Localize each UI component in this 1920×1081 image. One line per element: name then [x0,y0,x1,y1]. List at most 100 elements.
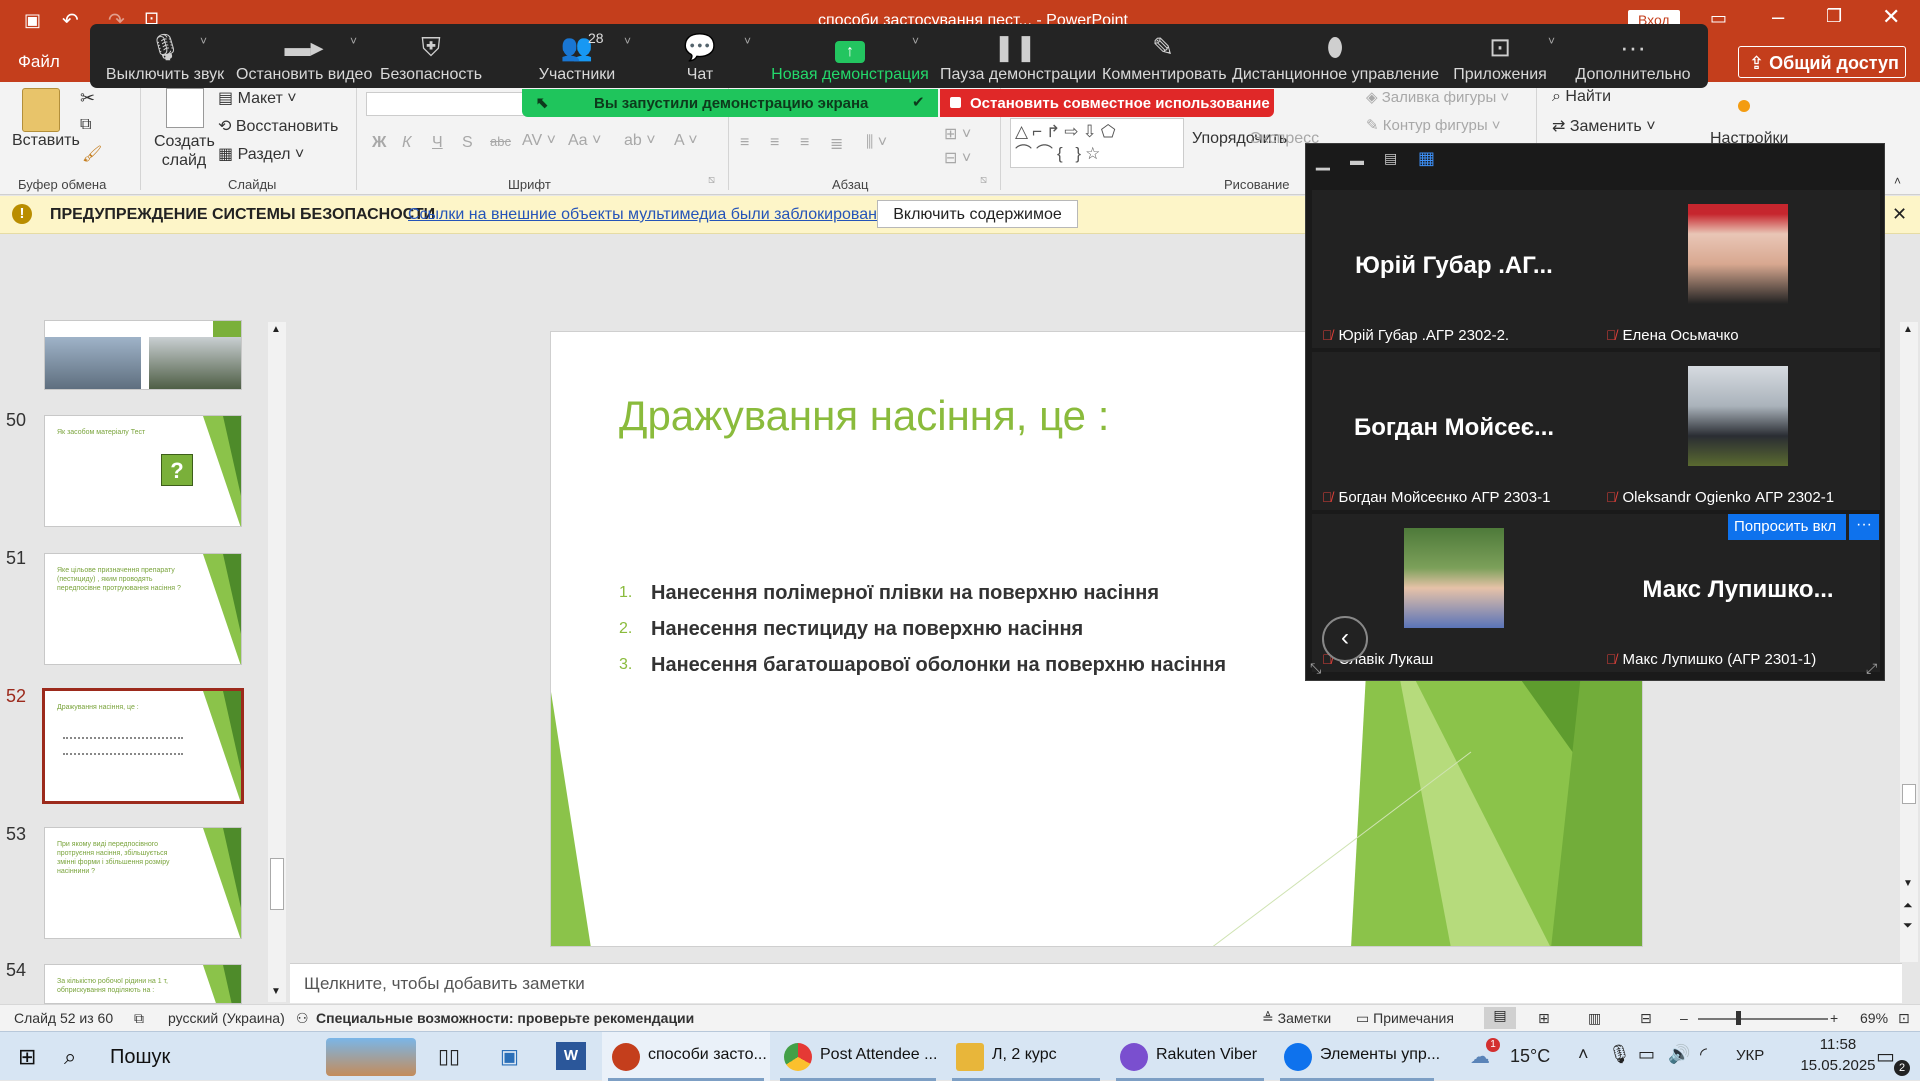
zoom-level[interactable]: 69% [1860,1010,1888,1026]
close-warning-icon[interactable]: ✕ [1892,204,1907,225]
apps-options-icon[interactable]: ˅ [1548,34,1555,48]
participant-tile[interactable]: Юрій Губар .АГ... 🎙̸ Юрій Губар .АГР 2302… [1312,190,1596,348]
save-icon[interactable]: ▣ [24,10,41,31]
minimize-icon[interactable]: – [1772,4,1784,30]
accessibility-status[interactable]: Специальные возможности: проверьте реком… [316,1010,694,1026]
align-left-icon[interactable]: ≡ [740,134,749,152]
paste-icon[interactable] [22,88,60,132]
notifications-icon[interactable]: ▭ [1876,1044,1895,1069]
slide-sorter-icon[interactable]: ⊞ [1538,1010,1550,1027]
gallery-view-icon[interactable]: ▦ [1418,148,1435,169]
security-button[interactable]: ⛨ Безопасность [376,24,486,88]
normal-view-icon[interactable]: ▤ [1484,1007,1516,1029]
scroll-down-icon[interactable]: ▼ [1903,878,1913,889]
taskbar-item-zoom[interactable]: Элементы упр... [1274,1032,1440,1081]
share-button[interactable]: ⇪ Общий доступ [1738,46,1906,78]
pause-share-button[interactable]: ❚❚ Пауза демонстрации [940,24,1096,88]
close-icon[interactable]: ✕ [1882,4,1900,30]
scroll-thumb[interactable] [1902,784,1916,804]
thumbnail-54-partial[interactable]: За кількістю робочої рідини на 1 т, обпр… [44,964,242,1004]
new-slide-icon[interactable] [166,88,204,128]
annotate-button[interactable]: ✎ Комментировать [1102,24,1227,88]
thumbnail-52-selected[interactable]: Дражування насіння, це : [42,688,244,804]
thumbnail-49-partial[interactable] [44,320,242,390]
thumbnail-scrollbar[interactable]: ▲ ▼ [268,322,286,1002]
pin-icon[interactable]: ⬉ [536,93,549,113]
zoom-out-icon[interactable]: – [1680,1010,1688,1026]
cut-icon[interactable]: ✂ [80,88,95,109]
strikethrough-icon[interactable]: abc [490,134,511,149]
participant-tile[interactable]: 🎙̸ Oleksandr Ogienko АГР 2302-1 [1596,352,1880,510]
taskbar-item-chrome[interactable]: Post Attendee ... [774,1032,942,1081]
clock-date[interactable]: 15.05.2025 [1798,1057,1878,1074]
more-button[interactable]: ··· Дополнительно [1568,24,1698,88]
previous-slide-icon[interactable]: ⏶ [1903,898,1913,913]
comments-toggle[interactable]: ▭ Примечания [1356,1010,1454,1027]
zoom-slider[interactable] [1698,1018,1828,1020]
font-name-box[interactable] [366,92,526,116]
smartart-icon[interactable]: ⊟ ˅ [944,148,971,168]
align-text-icon[interactable]: ⊞ ˅ [944,124,971,144]
reset-button[interactable]: ⟲ Восстановить [218,116,338,136]
layout-button[interactable]: ▤ Макет ˅ [218,88,297,108]
fit-slide-icon[interactable]: ⊡ [1898,1010,1910,1027]
zoom-slider-thumb[interactable] [1736,1011,1741,1025]
clock-time[interactable]: 11:58 [1798,1036,1878,1053]
replace-button[interactable]: ⇄ Заменить ˅ [1552,116,1656,136]
scroll-down-icon[interactable]: ▼ [271,986,281,997]
highlight-icon[interactable]: ab ˅ [624,132,656,150]
tray-expand-icon[interactable]: ˄ [1578,1044,1589,1065]
thumbnail-53[interactable]: При якому виді передпосівного протруєння… [44,827,242,939]
security-warning-link[interactable]: Ссылки на внешние объекты мультимедиа бы… [408,206,888,224]
minimize-gallery-icon[interactable]: ▁ [1316,150,1330,171]
participants-options-icon[interactable]: ˅ [624,34,631,48]
file-explorer-icon[interactable]: ▣ [500,1044,519,1069]
resize-handle-icon[interactable]: ⤢ [1866,660,1877,677]
resize-handle-icon[interactable]: ⤡ [1310,660,1321,677]
search-icon[interactable]: ⌕ [64,1044,76,1070]
scroll-up-icon[interactable]: ▲ [271,324,281,335]
taskbar-item-folder[interactable]: Л, 2 курс [946,1032,1106,1081]
new-share-button[interactable]: ↑ Новая демонстрация [770,24,930,88]
thumbnail-50[interactable]: Як засобом матеріалу Тест ? [44,415,242,527]
previous-page-icon[interactable]: ‹ [1322,616,1368,662]
zoom-in-icon[interactable]: + [1830,1010,1838,1026]
justify-icon[interactable]: ≣ [830,134,843,154]
notes-toggle[interactable]: ≜ Заметки [1262,1010,1331,1027]
battery-icon[interactable]: ▭ [1638,1044,1655,1065]
temperature[interactable]: 15°C [1510,1046,1550,1067]
language-status[interactable]: русский (Украина) [168,1010,285,1026]
next-slide-icon[interactable]: ⏷ [1903,918,1913,933]
font-color-icon[interactable]: A ˅ [674,132,698,150]
align-center-icon[interactable]: ≡ [770,134,779,152]
word-icon[interactable]: W [556,1042,586,1070]
reading-view-icon[interactable]: ▥ [1588,1010,1601,1027]
paragraph-dialog-icon[interactable]: ⧅ [980,174,987,187]
language-indicator[interactable]: УКР [1736,1047,1764,1064]
windows-start-icon[interactable]: ⊞ [18,1044,36,1070]
taskbar-search-label[interactable]: Пошук [110,1046,170,1069]
italic-icon[interactable]: К [402,134,411,152]
remote-control-button[interactable]: ⬮ Дистанционное управление [1232,24,1439,88]
enable-content-button[interactable]: Включить содержимое [877,200,1078,228]
scroll-thumb[interactable] [270,858,284,910]
stop-share-button[interactable]: Остановить совместное использование [940,89,1274,117]
speaker-view-icon[interactable]: ▬ [1350,152,1364,168]
font-dialog-icon[interactable]: ⧅ [708,174,715,187]
taskbar-item-powerpoint[interactable]: способи засто... [602,1032,770,1081]
undo-icon[interactable]: ↶ [62,8,79,33]
section-button[interactable]: ▦ Раздел ˅ [218,144,304,164]
ask-to-unmute-button[interactable]: Попросить вкл [1728,514,1846,540]
slide-scrollbar[interactable]: ▲ ▼ ⏶ ⏷ [1900,322,1918,962]
thumbnail-51[interactable]: Яке цільове призначення препарату (пести… [44,553,242,665]
microphone-tray-icon[interactable]: 🎙 [1608,1044,1631,1065]
underline-icon[interactable]: Ч [432,134,443,152]
tile-more-button[interactable]: ··· [1849,514,1879,540]
network-icon[interactable]: ◜ [1700,1044,1707,1065]
find-button[interactable]: ⌕ Найти [1552,88,1611,106]
taskbar-item-viber[interactable]: Rakuten Viber [1110,1032,1270,1081]
participants-button[interactable]: 👥 Участники [522,24,632,88]
shape-fill-button[interactable]: ◈ Заливка фигуры ˅ [1366,88,1509,106]
slideshow-icon[interactable]: ⊟ [1640,1010,1652,1027]
shapes-gallery[interactable]: △⌐↱⇨⇩⬠ ⌒⌒{ }☆ [1010,118,1184,168]
